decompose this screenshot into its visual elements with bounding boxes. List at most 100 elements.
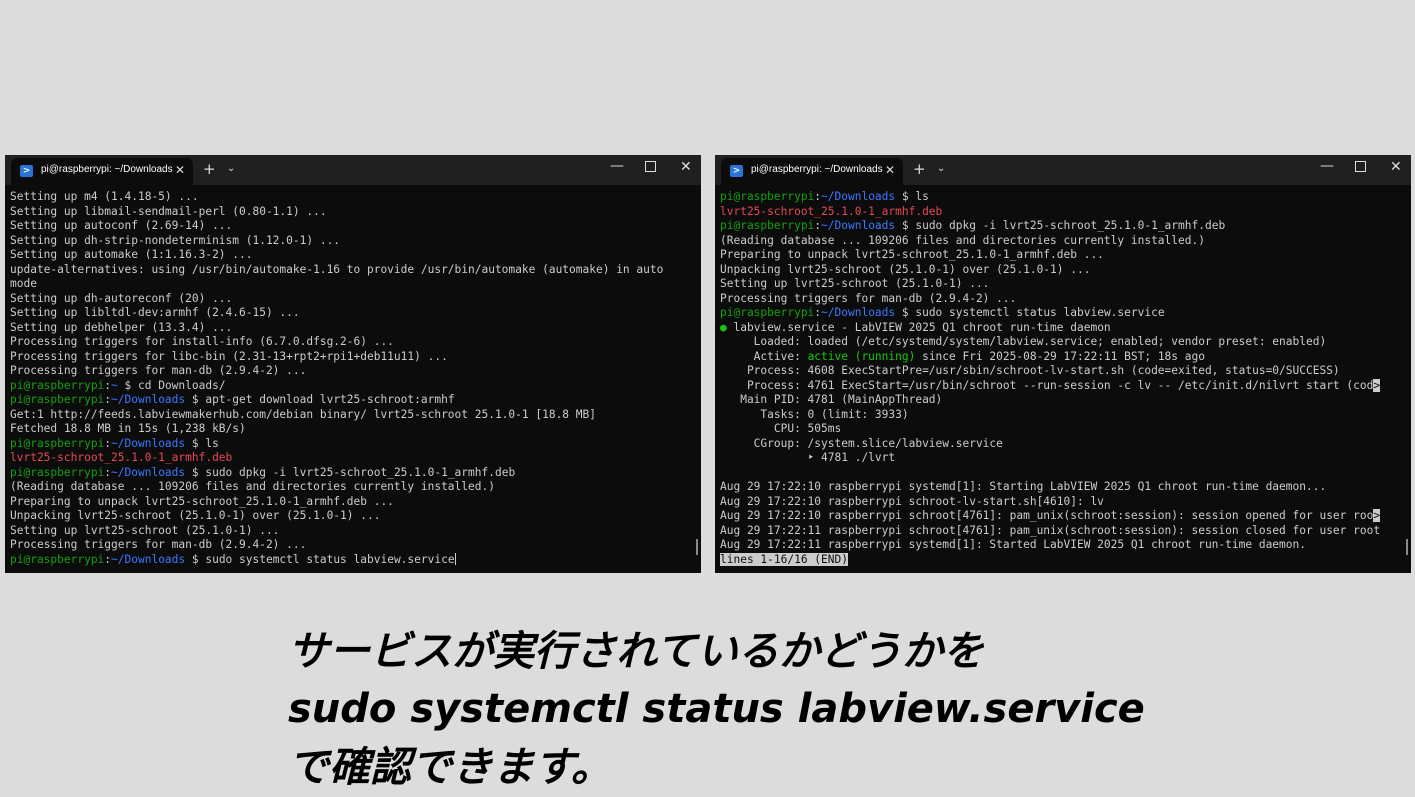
tab-downloads[interactable]: > pi@raspberrypi: ~/Downloads ✕ — [11, 158, 193, 185]
terminal-line: Setting up libltdl-dev:armhf (2.4.6-15) … — [10, 306, 693, 321]
maximize-icon[interactable] — [645, 161, 656, 172]
terminal-line: Aug 29 17:22:11 raspberrypi systemd[1]: … — [720, 538, 1403, 553]
terminal-line: lvrt25-schroot_25.1.0-1_armhf.deb — [10, 451, 693, 466]
terminal-text: pi@raspberrypi — [720, 219, 815, 232]
terminal-text: Loaded: loaded (/etc/systemd/system/labv… — [720, 335, 1327, 348]
terminal-line: Loaded: loaded (/etc/systemd/system/labv… — [720, 335, 1403, 350]
terminal-text: ~/Downloads — [821, 306, 896, 319]
terminal-text: ~/Downloads — [111, 465, 186, 479]
terminal-text: labview.service - LabVIEW 2025 Q1 chroot… — [726, 320, 1111, 334]
terminal-text: Processing triggers for man-db (2.9.4-2)… — [10, 364, 307, 377]
tab-downloads[interactable]: > pi@raspberrypi: ~/Downloads ✕ — [721, 158, 903, 185]
tab-title: pi@raspberrypi: ~/Downloads — [41, 164, 173, 175]
terminal-text: Processing triggers for install-info (6.… — [10, 335, 394, 348]
terminal-line: (Reading database ... 109206 files and d… — [720, 234, 1403, 249]
terminal-text: lines 1-16/16 (END) — [720, 552, 848, 566]
terminal-line: Processing triggers for libc-bin (2.31-1… — [10, 350, 693, 365]
terminal-text: ~ — [111, 378, 118, 392]
terminal-text: pi@raspberrypi — [10, 465, 105, 479]
terminal-line: Unpacking lvrt25-schroot (25.1.0-1) over… — [10, 509, 693, 524]
terminal-text: Aug 29 17:22:11 raspberrypi schroot[4761… — [720, 523, 1381, 537]
terminal-text: Main PID: 4781 (MainAppThread) — [720, 393, 943, 406]
terminal-text: Setting up m4 (1.4.18-5) ... — [10, 190, 199, 203]
terminal-window-right[interactable]: > pi@raspberrypi: ~/Downloads ✕ + ⌄ — ✕ … — [715, 155, 1411, 573]
terminal-text: Aug 29 17:22:10 raspberrypi schroot-lv-s… — [720, 494, 1104, 508]
minimize-icon[interactable]: — — [610, 158, 624, 174]
terminal-line: Preparing to unpack lvrt25-schroot_25.1.… — [10, 495, 693, 510]
terminal-line: Get:1 http://feeds.labviewmakerhub.com/d… — [10, 408, 693, 423]
terminal-text: Active: — [720, 349, 808, 363]
terminal-text: Preparing to unpack lvrt25-schroot_25.1.… — [720, 248, 1104, 261]
terminal-text: active (running) — [807, 349, 916, 363]
terminal-text: ~/Downloads — [111, 393, 186, 406]
terminal-line: Aug 29 17:22:10 raspberrypi schroot-lv-s… — [720, 495, 1403, 510]
terminal-text: Unpacking lvrt25-schroot (25.1.0-1) over… — [720, 262, 1091, 276]
terminal-text: since Fri 2025-08-29 17:22:11 BST; 18s a… — [915, 349, 1205, 363]
scrollbar[interactable] — [1406, 539, 1408, 555]
terminal-line: Processing triggers for install-info (6.… — [10, 335, 693, 350]
terminal-output[interactable]: Setting up m4 (1.4.18-5) ... Setting up l… — [10, 190, 693, 573]
title-bar: > pi@raspberrypi: ~/Downloads ✕ + ⌄ — ✕ — [715, 155, 1411, 185]
terminal-line: pi@raspberrypi:~/Downloads $ ls — [10, 437, 693, 452]
terminal-line: Setting up dh-strip-nondeterminism (1.12… — [10, 234, 693, 249]
terminal-line: Fetched 18.8 MB in 15s (1,238 kB/s) — [10, 422, 693, 437]
terminal-line: Setting up automake (1:1.16.3-2) ... — [10, 248, 693, 263]
terminal-line: mode — [10, 277, 693, 292]
terminal-text: $ ls — [895, 190, 929, 203]
terminal-line: Main PID: 4781 (MainAppThread) — [720, 393, 1403, 408]
terminal-line: Unpacking lvrt25-schroot (25.1.0-1) over… — [720, 263, 1403, 278]
terminal-text: Setting up automake (1:1.16.3-2) ... — [10, 248, 253, 261]
close-icon[interactable]: ✕ — [680, 159, 692, 175]
terminal-line: pi@raspberrypi:~/Downloads $ sudo dpkg -… — [10, 466, 693, 481]
tab-dropdown-button[interactable]: ⌄ — [937, 162, 945, 176]
terminal-line: lvrt25-schroot_25.1.0-1_armhf.deb — [720, 205, 1403, 220]
terminal-line: CPU: 505ms — [720, 422, 1403, 437]
terminal-text: pi@raspberrypi — [720, 190, 815, 203]
minimize-icon[interactable]: — — [1320, 158, 1334, 174]
terminal-text: ~/Downloads — [111, 552, 186, 566]
terminal-text: Setting up lvrt25-schroot (25.1.0-1) ... — [720, 277, 990, 290]
terminal-text: Setting up dh-strip-nondeterminism (1.12… — [10, 233, 341, 247]
terminal-output[interactable]: pi@raspberrypi:~/Downloads $ ls lvrt25-sc… — [720, 190, 1403, 573]
terminal-text: pi@raspberrypi — [10, 393, 105, 406]
terminal-text: Aug 29 17:22:10 raspberrypi schroot[4761… — [720, 509, 1374, 522]
terminal-text: Process: 4761 ExecStart=/usr/bin/schroot… — [720, 378, 1374, 392]
terminal-line: Process: 4761 ExecStart=/usr/bin/schroot… — [720, 378, 1403, 394]
terminal-line: pi@raspberrypi:~/Downloads $ sudo dpkg -… — [720, 219, 1403, 234]
terminal-line: Setting up autoconf (2.69-14) ... — [10, 219, 693, 234]
terminal-line: Aug 29 17:22:11 raspberrypi schroot[4761… — [720, 524, 1403, 539]
terminal-text: Aug 29 17:22:11 raspberrypi systemd[1]: … — [720, 538, 1306, 551]
terminal-line: Processing triggers for man-db (2.9.4-2)… — [10, 538, 693, 553]
new-tab-button[interactable]: + — [203, 161, 216, 177]
tab-close-icon[interactable]: ✕ — [885, 163, 895, 177]
maximize-icon[interactable] — [1355, 161, 1366, 172]
tab-dropdown-button[interactable]: ⌄ — [227, 162, 235, 176]
terminal-line: Setting up dh-autoreconf (20) ... — [10, 292, 693, 307]
terminal-text: $ ls — [185, 436, 219, 450]
terminal-text: $ sudo dpkg -i lvrt25-schroot_25.1.0-1_a… — [185, 465, 516, 479]
terminal-text: update-alternatives: using /usr/bin/auto… — [10, 262, 664, 276]
terminal-text: pi@raspberrypi — [10, 552, 105, 566]
terminal-line: pi@raspberrypi:~/Downloads $ sudo system… — [720, 306, 1403, 321]
powershell-icon: > — [730, 165, 743, 177]
terminal-line: pi@raspberrypi:~/Downloads $ sudo system… — [10, 552, 693, 568]
terminal-text: ~/Downloads — [821, 219, 896, 232]
terminal-line: pi@raspberrypi:~ $ cd Downloads/ — [10, 379, 693, 394]
terminal-text: $ cd Downloads/ — [117, 378, 226, 392]
terminal-window-left[interactable]: > pi@raspberrypi: ~/Downloads ✕ + ⌄ — ✕ … — [5, 155, 701, 573]
terminal-text: Processing triggers for man-db (2.9.4-2)… — [720, 291, 1017, 305]
tab-close-icon[interactable]: ✕ — [175, 163, 185, 177]
terminal-text: $ sudo dpkg -i lvrt25-schroot_25.1.0-1_a… — [895, 219, 1226, 232]
terminal-line: ● labview.service - LabVIEW 2025 Q1 chro… — [720, 321, 1403, 336]
text-cursor — [454, 552, 456, 565]
terminal-line: pi@raspberrypi:~/Downloads $ ls — [720, 190, 1403, 205]
terminal-line: CGroup: /system.slice/labview.service — [720, 437, 1403, 452]
terminal-line: Setting up m4 (1.4.18-5) ... — [10, 190, 693, 205]
scrollbar[interactable] — [696, 539, 698, 555]
terminal-text: ● — [720, 320, 727, 334]
close-icon[interactable]: ✕ — [1390, 159, 1402, 175]
terminal-text: Process: 4608 ExecStartPre=/usr/sbin/sch… — [720, 364, 1340, 377]
new-tab-button[interactable]: + — [913, 161, 926, 177]
terminal-line: Tasks: 0 (limit: 3933) — [720, 408, 1403, 423]
terminal-text: Preparing to unpack lvrt25-schroot_25.1.… — [10, 494, 394, 508]
